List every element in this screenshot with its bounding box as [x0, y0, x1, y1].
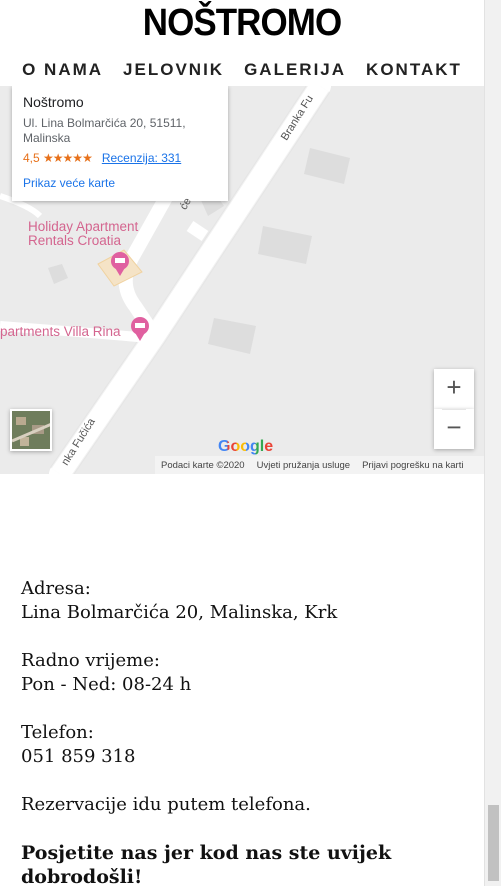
- page-scrollbar[interactable]: [484, 0, 501, 886]
- phone-block: Telefon: 051 859 318: [21, 721, 471, 769]
- phone-label: Telefon:: [21, 722, 94, 743]
- map-data-credit: Podaci karte ©2020: [161, 459, 245, 471]
- map-building: [304, 148, 350, 184]
- map-side-road: [186, 221, 209, 241]
- zoom-in-button[interactable]: +: [434, 369, 474, 409]
- larger-map-link[interactable]: Prikaz veće karte: [23, 176, 217, 190]
- hours-value: Pon - Ned: 08-24 h: [21, 674, 192, 695]
- address-value: Lina Bolmarčića 20, Malinska, Krk: [21, 602, 338, 623]
- place-name: Noštromo: [23, 94, 84, 110]
- hours-block: Radno vrijeme: Pon - Ned: 08-24 h: [21, 649, 471, 697]
- closing-message: Posjetite nas jer kod nas ste uvijek dob…: [21, 842, 392, 886]
- terms-link[interactable]: Uvjeti pružanja usluge: [257, 460, 350, 471]
- main-nav: O NAMA JELOVNIK GALERIJA KONTAKT: [0, 60, 484, 80]
- hours-label: Radno vrijeme:: [21, 650, 160, 671]
- scrollbar-thumb[interactable]: [488, 805, 499, 881]
- google-logo: Google: [218, 438, 273, 456]
- reviews-link[interactable]: Recenzija: 331: [102, 151, 181, 165]
- poi-villa-rina[interactable]: partments Villa Rina: [0, 325, 121, 339]
- plus-icon: +: [446, 372, 462, 402]
- satellite-view-toggle[interactable]: [10, 409, 52, 451]
- star-rating-icon: ★★★★★: [43, 151, 93, 165]
- map-attribution: Podaci karte ©2020 Uvjeti pružanja uslug…: [155, 456, 484, 474]
- satellite-thumbnail-icon: [12, 411, 50, 449]
- poi-holiday-apartment[interactable]: Holiday Apartment Rentals Croatia: [28, 220, 138, 248]
- poi-holiday-line1: Holiday Apartment: [28, 219, 139, 234]
- place-address-line2: Malinska: [23, 131, 71, 145]
- contact-info: Adresa: Lina Bolmarčića 20, Malinska, Kr…: [21, 577, 471, 886]
- zoom-divider: [442, 409, 466, 410]
- reservations-note: Rezervacije idu putem telefona.: [21, 794, 311, 815]
- nav-item-galerija[interactable]: GALERIJA: [244, 60, 346, 80]
- google-logo-text: Google: [218, 438, 274, 455]
- report-error-link[interactable]: Prijavi pogrešku na karti: [362, 460, 463, 471]
- place-rating: 4,5 ★★★★★ Recenzija: 331: [23, 151, 217, 165]
- nav-item-kontakt[interactable]: KONTAKT: [366, 60, 462, 80]
- address-label: Adresa:: [21, 578, 91, 599]
- zoom-out-button[interactable]: −: [434, 409, 474, 449]
- embedded-map[interactable]: Noštromo Ul. Lina Bolmarčića 20, 51511, …: [0, 86, 484, 474]
- address-block: Adresa: Lina Bolmarčića 20, Malinska, Kr…: [21, 577, 471, 625]
- rating-value: 4,5: [23, 151, 40, 165]
- poi-holiday-line2: Rentals Croatia: [28, 233, 122, 248]
- nav-item-jelovnik[interactable]: JELOVNIK: [123, 60, 224, 80]
- map-info-card: Noštromo Ul. Lina Bolmarčića 20, 51511, …: [12, 86, 228, 201]
- place-address-line1: Ul. Lina Bolmarčića 20, 51511,: [23, 116, 186, 130]
- phone-value[interactable]: 051 859 318: [21, 746, 136, 767]
- site-logo[interactable]: NOŠTROMO: [19, 2, 464, 45]
- map-building: [258, 226, 312, 264]
- minus-icon: −: [446, 412, 462, 442]
- site-header: NOŠTROMO O NAMA JELOVNIK GALERIJA KONTAK…: [0, 0, 484, 86]
- place-address: Ul. Lina Bolmarčića 20, 51511, Malinska: [23, 116, 217, 146]
- nav-item-o-nama[interactable]: O NAMA: [22, 60, 103, 80]
- map-building: [48, 264, 68, 284]
- map-building: [208, 318, 256, 354]
